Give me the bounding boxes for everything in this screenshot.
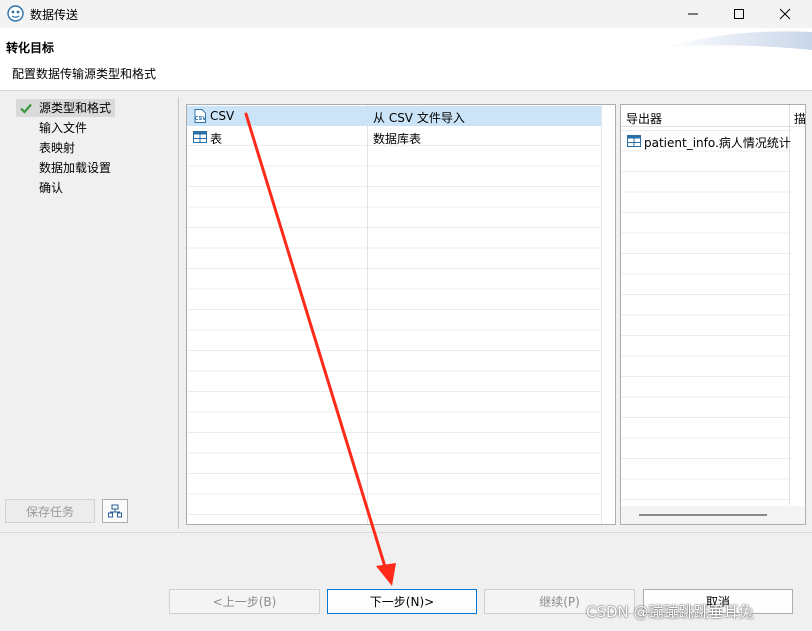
maximize-button[interactable] (716, 0, 762, 28)
step-load-settings[interactable]: 数据加载设置 (39, 159, 111, 177)
schedule-button[interactable] (102, 499, 128, 523)
step-source-type[interactable]: 源类型和格式 (16, 99, 115, 117)
maximize-icon (734, 9, 744, 19)
step-label: 数据加载设置 (39, 161, 112, 175)
table-row[interactable]: CSV CSV 从 CSV 文件导入 (187, 106, 601, 126)
column-divider (367, 105, 368, 524)
exporter-name: patient_info.病人情况统计 (644, 136, 791, 150)
csv-icon: CSV (194, 109, 207, 123)
step-input-file[interactable]: 输入文件 (39, 119, 87, 137)
horizontal-scrollbar[interactable] (621, 506, 805, 524)
header-separator (0, 90, 812, 91)
minimize-icon (688, 13, 698, 15)
step-confirm[interactable]: 确认 (39, 179, 63, 197)
table-icon (627, 135, 641, 147)
step-label: 输入文件 (39, 121, 88, 135)
source-type-description: 数据库表 (373, 132, 422, 146)
table-row[interactable]: 表 数据库表 (187, 127, 601, 147)
next-button[interactable]: 下一步(N)> (327, 589, 477, 614)
app-icon (7, 5, 24, 22)
step-label: 确认 (39, 181, 64, 195)
window-title: 数据传送 (30, 8, 79, 22)
close-icon (779, 8, 791, 20)
schedule-icon (108, 504, 122, 518)
watermark: CSDN @蹦蹦跳跳垂耳兔 (586, 603, 754, 621)
vertical-scrollbar[interactable] (601, 105, 615, 524)
scrollbar-thumb[interactable] (639, 514, 767, 516)
header-decoration (662, 31, 812, 50)
page-title: 转化目标 (6, 41, 55, 55)
list-item[interactable]: patient_info.病人情况统计 (621, 131, 791, 151)
table-icon (193, 131, 207, 143)
minimize-button[interactable] (670, 0, 716, 28)
column-header-exporter[interactable]: 导出器 (626, 110, 662, 127)
source-type-name: 表 (210, 132, 223, 146)
exporter-grid (621, 130, 791, 505)
close-button[interactable] (762, 0, 808, 28)
table-grid (187, 105, 601, 524)
title-bar: 数据传送 (0, 0, 812, 28)
source-type-table[interactable]: CSV CSV 从 CSV 文件导入 表 数据库表 (186, 104, 616, 525)
save-task-button[interactable]: 保存任务 (5, 499, 95, 523)
exporter-table-header: 导出器 描 (621, 105, 805, 127)
source-type-name: CSV (210, 109, 235, 123)
source-type-description: 从 CSV 文件导入 (373, 111, 465, 125)
sidebar-separator (178, 97, 179, 529)
exporter-table[interactable]: 导出器 描 patient_info.病人情况统计 (620, 104, 806, 525)
svg-text:CSV: CSV (195, 116, 207, 122)
step-table-mapping[interactable]: 表映射 (39, 139, 75, 157)
column-divider (789, 105, 790, 505)
previous-button[interactable]: <上一步(B) (169, 589, 320, 614)
step-label: 源类型和格式 (39, 101, 112, 115)
step-label: 表映射 (39, 141, 76, 155)
wizard-header: 转化目标 配置数据传输源类型和格式 (0, 28, 812, 90)
checkmark-icon (20, 103, 32, 114)
column-header-description[interactable]: 描 (794, 110, 805, 127)
page-subtitle: 配置数据传输源类型和格式 (12, 67, 157, 81)
